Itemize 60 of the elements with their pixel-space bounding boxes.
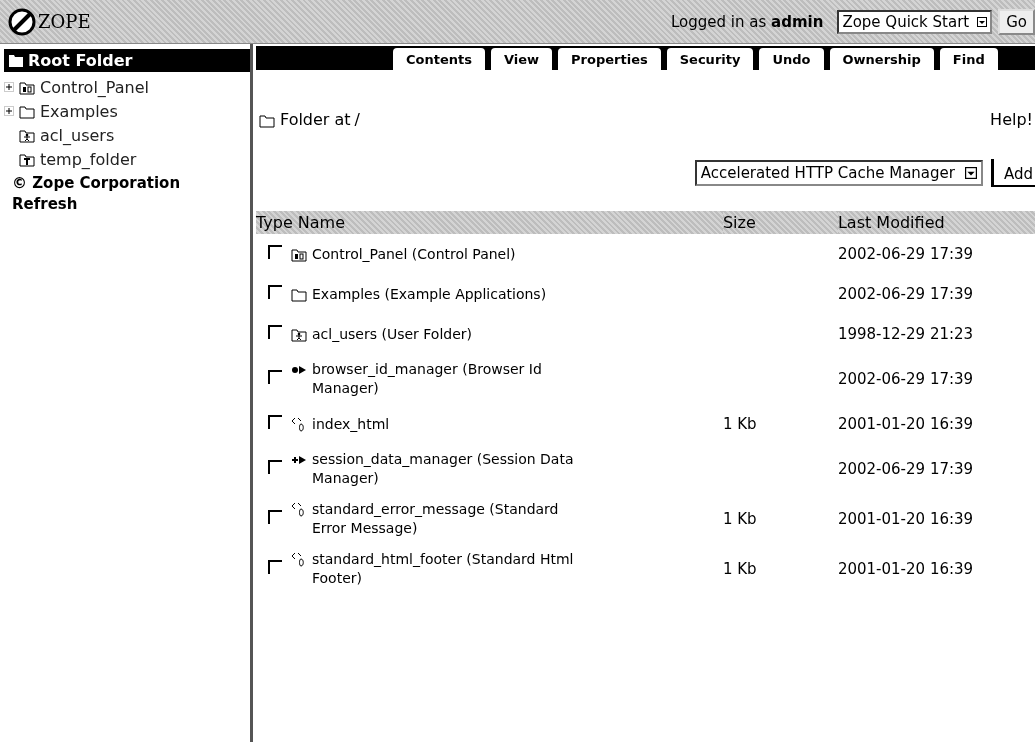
tab[interactable]: Properties (558, 48, 661, 70)
column-header: Type (256, 213, 293, 232)
tree-item[interactable]: temp_folder (40, 149, 137, 169)
location-title: Folder at (280, 110, 351, 129)
location-path[interactable]: / (354, 110, 360, 129)
modified-cell: 2002-06-29 17:39 (837, 285, 974, 303)
modified-cell: 2001-01-20 16:39 (837, 510, 974, 528)
checkbox[interactable] (268, 460, 282, 474)
checkbox[interactable] (268, 285, 282, 299)
column-header: Size (722, 213, 756, 232)
caret-icon (977, 16, 988, 27)
checkbox[interactable] (268, 510, 282, 524)
expand-icon[interactable] (4, 106, 14, 116)
tab[interactable]: Security (666, 48, 754, 70)
go-button[interactable]: Go (998, 8, 1035, 35)
tree-item[interactable]: Examples (40, 101, 118, 121)
checkbox[interactable] (268, 560, 282, 574)
modified-cell: 2001-01-20 16:39 (837, 415, 974, 433)
size-cell: 1 Kb (722, 510, 757, 528)
checkbox[interactable] (268, 245, 282, 259)
tab[interactable]: Find (939, 48, 998, 70)
caret-icon (964, 167, 977, 179)
size-cell: 1 Kb (722, 560, 757, 578)
logo-text: ZOPE (38, 11, 91, 32)
quick-start-dropdown[interactable]: Zope Quick Start (837, 9, 993, 34)
expand-icon[interactable] (4, 82, 14, 92)
add-type-dropdown[interactable]: Accelerated HTTP Cache Manager (694, 160, 983, 186)
size-cell: 1 Kb (722, 415, 757, 433)
item-link[interactable]: Control_Panel (Control Panel) (312, 244, 587, 264)
item-link[interactable]: standard_html_footer (Standard Html Footer) (312, 550, 587, 588)
modified-cell: 2002-06-29 17:39 (837, 370, 974, 388)
login-status: Logged in as admin (671, 12, 824, 31)
tree-item[interactable]: Control_Panel (40, 77, 149, 97)
help-link[interactable]: Help! (990, 110, 1033, 129)
item-link[interactable]: browser_id_manager (Browser Id Manager) (312, 360, 587, 398)
modified-cell: 2002-06-29 17:39 (837, 460, 974, 478)
column-header: Last Modified (837, 213, 945, 232)
modified-cell: 2001-01-20 16:39 (837, 560, 974, 578)
checkbox[interactable] (268, 370, 282, 384)
refresh-link[interactable]: Refresh (12, 195, 250, 213)
tree-item[interactable]: acl_users (40, 125, 115, 145)
logo-icon (8, 7, 36, 36)
tab[interactable]: Contents (393, 48, 485, 70)
tab[interactable]: View (490, 48, 553, 70)
item-link[interactable]: session_data_manager (Session Data Manager) (312, 450, 587, 488)
item-link[interactable]: Examples (Example Applications) (312, 284, 587, 304)
add-button[interactable]: Add (990, 159, 1035, 187)
tab[interactable]: Undo (759, 48, 824, 70)
item-link[interactable]: index_html (312, 414, 587, 434)
folder-icon (8, 53, 24, 68)
root-folder-header[interactable]: Root Folder (4, 49, 250, 72)
modified-cell: 2002-06-29 17:39 (837, 245, 974, 263)
tab[interactable]: Ownership (829, 48, 934, 70)
item-link[interactable]: acl_users (User Folder) (312, 324, 587, 344)
column-header: Name (297, 213, 346, 232)
item-link[interactable]: standard_error_message (Standard Error Message) (312, 500, 587, 538)
checkbox[interactable] (268, 415, 282, 429)
copyright-link[interactable]: © Zope Corporation (12, 174, 250, 192)
modified-cell: 1998-12-29 21:23 (837, 325, 974, 343)
checkbox[interactable] (268, 325, 282, 339)
